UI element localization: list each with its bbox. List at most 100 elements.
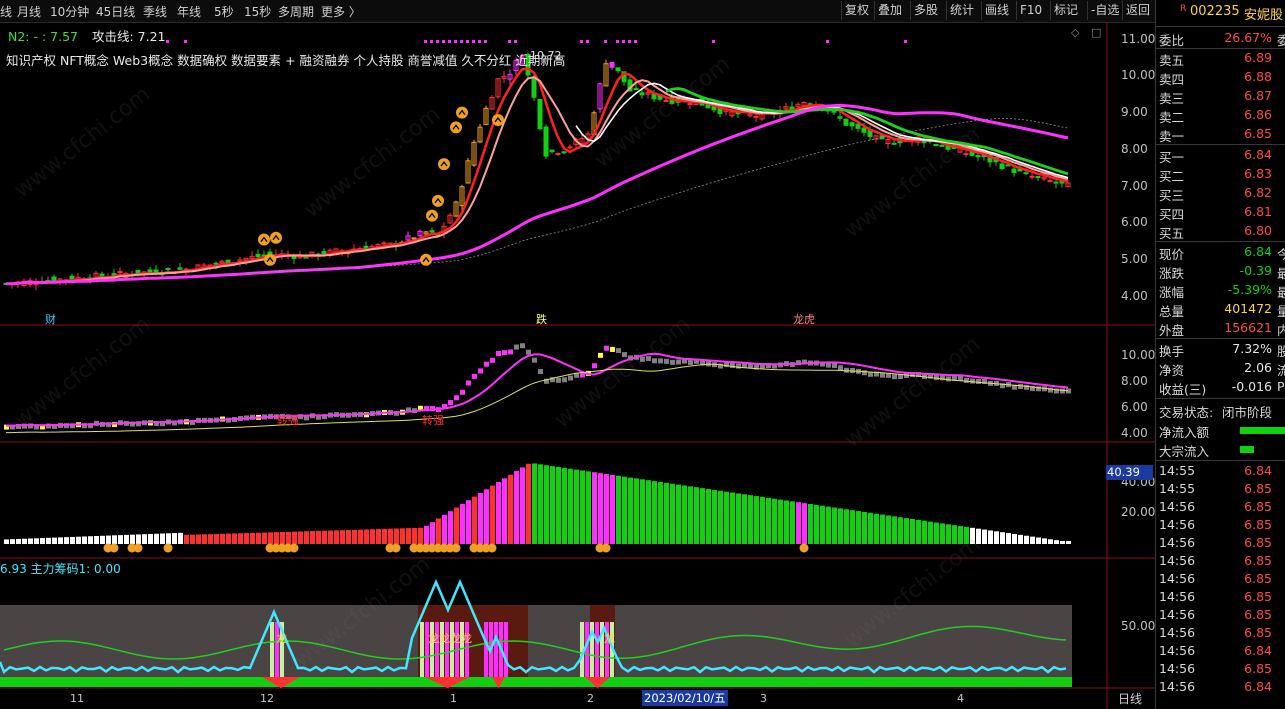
restore-rights-button[interactable]: 复权 xyxy=(841,1,872,20)
flow-bar xyxy=(1030,536,1035,544)
flow-bar xyxy=(466,500,471,544)
period-indicator[interactable]: 日线 xyxy=(1118,690,1142,707)
bid-level-price: 6.83 xyxy=(1244,166,1272,181)
stat-row: 换手 7.32% 股 xyxy=(1159,341,1285,359)
main-price-panel xyxy=(3,40,1071,291)
signal-dot xyxy=(580,40,583,43)
price-candle xyxy=(855,123,861,129)
flow-bar xyxy=(982,529,987,544)
ask-level[interactable]: 卖二 6.86 xyxy=(1156,107,1285,125)
flow-bar xyxy=(526,463,531,544)
flow-bar xyxy=(832,507,837,544)
tick-row: 14:56 6.85 xyxy=(1159,607,1272,622)
flow-bar xyxy=(106,535,111,544)
trend-block xyxy=(460,389,465,395)
draw-line-button[interactable]: 画线 xyxy=(981,1,1012,20)
price-candle xyxy=(411,237,417,240)
flow-bar xyxy=(916,519,921,544)
period-tab-multi[interactable]: 多周期 xyxy=(278,3,314,20)
bid-level[interactable]: 买五 6.80 xyxy=(1156,223,1285,241)
period-tab-10min[interactable]: 10分钟 xyxy=(50,3,89,20)
signal-dot xyxy=(424,40,427,43)
buy-signal-icon xyxy=(258,233,270,246)
bid-level[interactable]: 买四 6.81 xyxy=(1156,204,1285,222)
flow-bar xyxy=(676,484,681,544)
flow-bar xyxy=(268,532,273,544)
buy-signal-icon xyxy=(270,231,282,244)
period-tab-15s[interactable]: 15秒 xyxy=(244,3,271,20)
bid-level-price: 6.80 xyxy=(1244,223,1272,238)
signal-dot xyxy=(460,40,463,43)
period-tab-5s[interactable]: 5秒 xyxy=(214,3,234,20)
flow-bar xyxy=(1012,533,1017,544)
ask-level[interactable]: 卖四 6.88 xyxy=(1156,69,1285,87)
period-tab-season[interactable]: 季线 xyxy=(143,3,167,20)
period-toolbar: 线 月线 10分钟 45日线 季线 年线 5秒 15秒 多周期 更多 〉 复权 … xyxy=(0,0,1155,23)
price-candle xyxy=(429,230,435,233)
signal-dot xyxy=(586,40,589,43)
period-tab-45day[interactable]: 45日线 xyxy=(96,3,135,20)
bid-level[interactable]: 买二 6.83 xyxy=(1156,166,1285,184)
price-tick: 6.00 xyxy=(1121,215,1148,229)
flow-bar xyxy=(910,518,915,544)
event-label-drop[interactable]: 跌 xyxy=(536,311,547,327)
back-button[interactable]: 返回 xyxy=(1122,1,1153,20)
flow-bar xyxy=(460,503,465,544)
trade-state-value: 闭市阶段 xyxy=(1222,405,1273,420)
flow-bar xyxy=(844,509,849,544)
flow-tick: 20.00 xyxy=(1121,505,1156,519)
price-tick: 4.00 xyxy=(1121,289,1148,303)
tick-row: 14:56 6.85 xyxy=(1159,661,1272,676)
quote-panel: R 002235 安妮股 委比 26.67% 委 卖五 6.89 卖四 6.88 卖三 6… xyxy=(1155,0,1285,709)
period-tab-year[interactable]: 年线 xyxy=(177,3,201,20)
ask-level-price: 6.87 xyxy=(1244,88,1272,103)
flow-bar xyxy=(472,496,477,544)
ask-level[interactable]: 卖一 6.85 xyxy=(1156,126,1285,144)
ask-level[interactable]: 卖三 6.87 xyxy=(1156,88,1285,106)
kline-chart-area[interactable] xyxy=(0,22,1155,709)
event-label-dragon-tiger[interactable]: 龙虎 xyxy=(793,311,815,327)
flow-bar xyxy=(46,537,51,544)
bid-level-label: 买一 xyxy=(1159,150,1185,165)
square-icon[interactable]: □ xyxy=(1091,26,1101,39)
flow-bar xyxy=(322,530,327,544)
add-watchlist-button[interactable]: -自选 xyxy=(1087,1,1122,20)
buy-signal-icon xyxy=(420,253,432,266)
flow-bar xyxy=(64,537,69,544)
flow-bar xyxy=(742,494,747,544)
f10-button[interactable]: F10 xyxy=(1016,1,1045,20)
ask-level-label: 卖一 xyxy=(1159,129,1185,144)
multi-stock-button[interactable]: 多股 xyxy=(910,1,941,20)
flow-bar xyxy=(562,467,567,544)
price-candle xyxy=(891,142,897,145)
fund-flow-histogram-panel xyxy=(4,463,1071,553)
bid-level-label: 买三 xyxy=(1159,188,1185,203)
period-tab-more[interactable]: 更多 〉 xyxy=(321,3,361,20)
flow-bar xyxy=(22,538,27,544)
ask-level-price: 6.88 xyxy=(1244,69,1272,84)
peak-price-label: 10.72 xyxy=(530,49,562,62)
ask-level[interactable]: 卖五 6.89 xyxy=(1156,50,1285,68)
flow-bar xyxy=(646,480,651,544)
stat-row: 总量 401472 量 xyxy=(1159,301,1285,319)
stat-row: 收益(三) -0.016 P xyxy=(1159,379,1285,397)
money-bag-icon xyxy=(289,543,299,553)
flow-bar xyxy=(490,485,495,544)
bid-level[interactable]: 买一 6.84 xyxy=(1156,147,1285,165)
period-tab-partial[interactable]: 线 xyxy=(0,3,12,20)
flow-bar xyxy=(304,531,309,544)
stock-header[interactable]: R 002235 安妮股 xyxy=(1156,4,1285,23)
period-tab-month[interactable]: 月线 xyxy=(17,3,41,20)
overlay-button[interactable]: 叠加 xyxy=(874,1,905,20)
statistics-button[interactable]: 统计 xyxy=(946,1,977,20)
mark-button[interactable]: 标记 xyxy=(1050,1,1081,20)
flow-bar xyxy=(628,477,633,544)
trend-block xyxy=(664,358,669,364)
bid-level[interactable]: 买三 6.82 xyxy=(1156,185,1285,203)
flow-bar xyxy=(586,471,591,544)
event-label-finance[interactable]: 财 xyxy=(45,311,56,327)
flow-bar xyxy=(994,531,999,544)
diamond-icon[interactable]: ◇ xyxy=(1071,26,1079,39)
flow-bar xyxy=(418,527,423,544)
chip-bar xyxy=(504,622,508,677)
